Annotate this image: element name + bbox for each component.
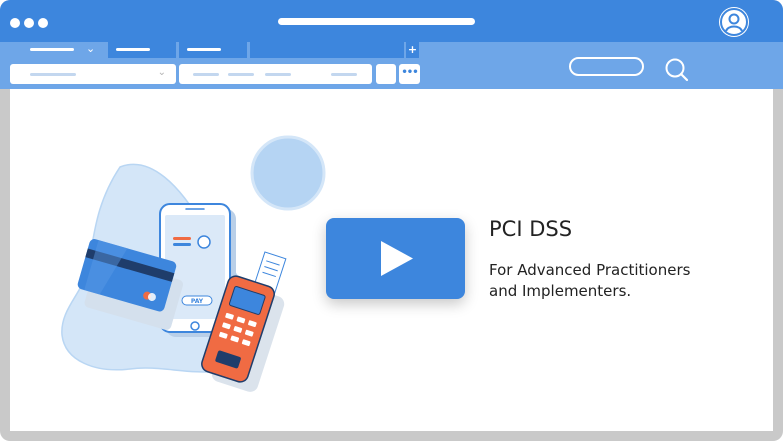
video-panel: PAY PCI DSS For Advanced Practitioners a… (10, 89, 773, 431)
video-subtitle-line: For Advanced Practitioners (489, 261, 691, 279)
title-bar (0, 0, 783, 42)
play-icon (381, 241, 413, 276)
window-dot (10, 18, 20, 28)
filter-placeholder (30, 73, 76, 76)
chevron-down-icon: ⌄ (86, 42, 96, 55)
window-dot (38, 18, 48, 28)
filter-placeholder (193, 73, 219, 76)
account-icon (720, 8, 748, 36)
tab-dropdown-label (30, 48, 74, 51)
filter-placeholder (331, 73, 357, 76)
play-button[interactable] (326, 218, 465, 299)
tab[interactable] (250, 42, 404, 58)
toolbar: ⌄ + ⌄ ••• (0, 42, 783, 89)
filter-input[interactable] (179, 64, 372, 84)
pay-label: PAY (191, 298, 204, 305)
window-dot (24, 18, 34, 28)
window-dots-icon[interactable] (10, 18, 48, 28)
tab[interactable] (108, 42, 176, 58)
tab[interactable] (179, 42, 247, 58)
video-subtitle-line: and Implementers. (489, 282, 632, 300)
filter-placeholder (265, 73, 291, 76)
add-tab-icon[interactable]: + (406, 42, 419, 58)
small-field[interactable] (376, 64, 396, 84)
video-title: PCI DSS (489, 217, 573, 241)
chevron-down-icon: ⌄ (157, 67, 166, 78)
browser-window: ⌄ + ⌄ ••• PAY PCI DSS For Advanced Pract… (0, 0, 783, 441)
video-subtitle: For Advanced Practitioners and Implement… (489, 260, 759, 302)
tab-dropdown[interactable]: ⌄ (10, 42, 106, 58)
tab-label (116, 48, 150, 51)
filter-dropdown[interactable]: ⌄ (10, 64, 176, 84)
filter-placeholder (228, 73, 254, 76)
payment-illustration: PAY (61, 135, 326, 392)
account-button[interactable] (719, 7, 749, 37)
address-bar[interactable] (278, 18, 475, 25)
search-input[interactable] (569, 57, 644, 76)
search-icon[interactable] (662, 55, 692, 85)
tab-label (187, 48, 221, 51)
more-icon[interactable]: ••• (399, 64, 420, 84)
